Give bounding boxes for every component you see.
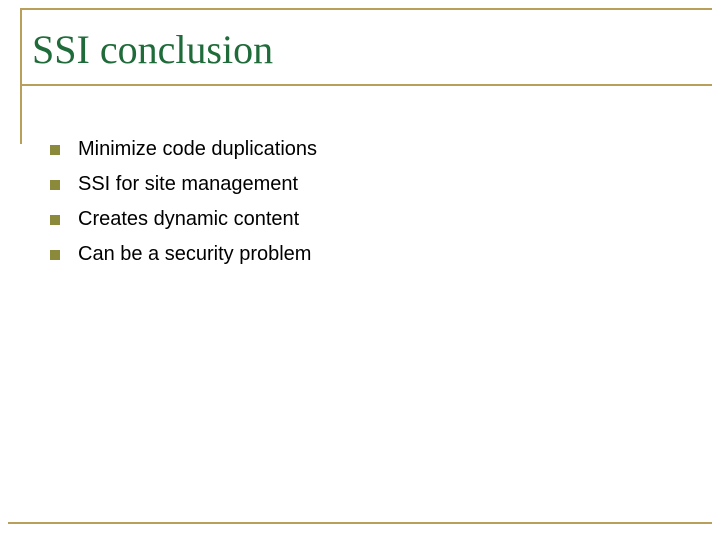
slide-frame: SSI conclusion Minimize code duplication… [8, 8, 712, 532]
bullet-label: Minimize code duplications [78, 136, 317, 163]
bullet-label: Creates dynamic content [78, 206, 299, 233]
list-item: Creates dynamic content [50, 206, 682, 233]
square-bullet-icon [50, 250, 60, 260]
square-bullet-icon [50, 215, 60, 225]
title-left-border [20, 8, 22, 86]
slide-bottom-border [8, 522, 712, 524]
list-item: SSI for site management [50, 171, 682, 198]
title-underline [20, 84, 712, 86]
list-item: Can be a security problem [50, 241, 682, 268]
slide-title: SSI conclusion [32, 26, 273, 73]
square-bullet-icon [50, 145, 60, 155]
content-area: Minimize code duplications SSI for site … [50, 136, 682, 276]
list-item: Minimize code duplications [50, 136, 682, 163]
square-bullet-icon [50, 180, 60, 190]
title-top-border [20, 8, 712, 10]
bullet-label: Can be a security problem [78, 241, 311, 268]
title-region: SSI conclusion [8, 8, 712, 86]
bullet-label: SSI for site management [78, 171, 298, 198]
